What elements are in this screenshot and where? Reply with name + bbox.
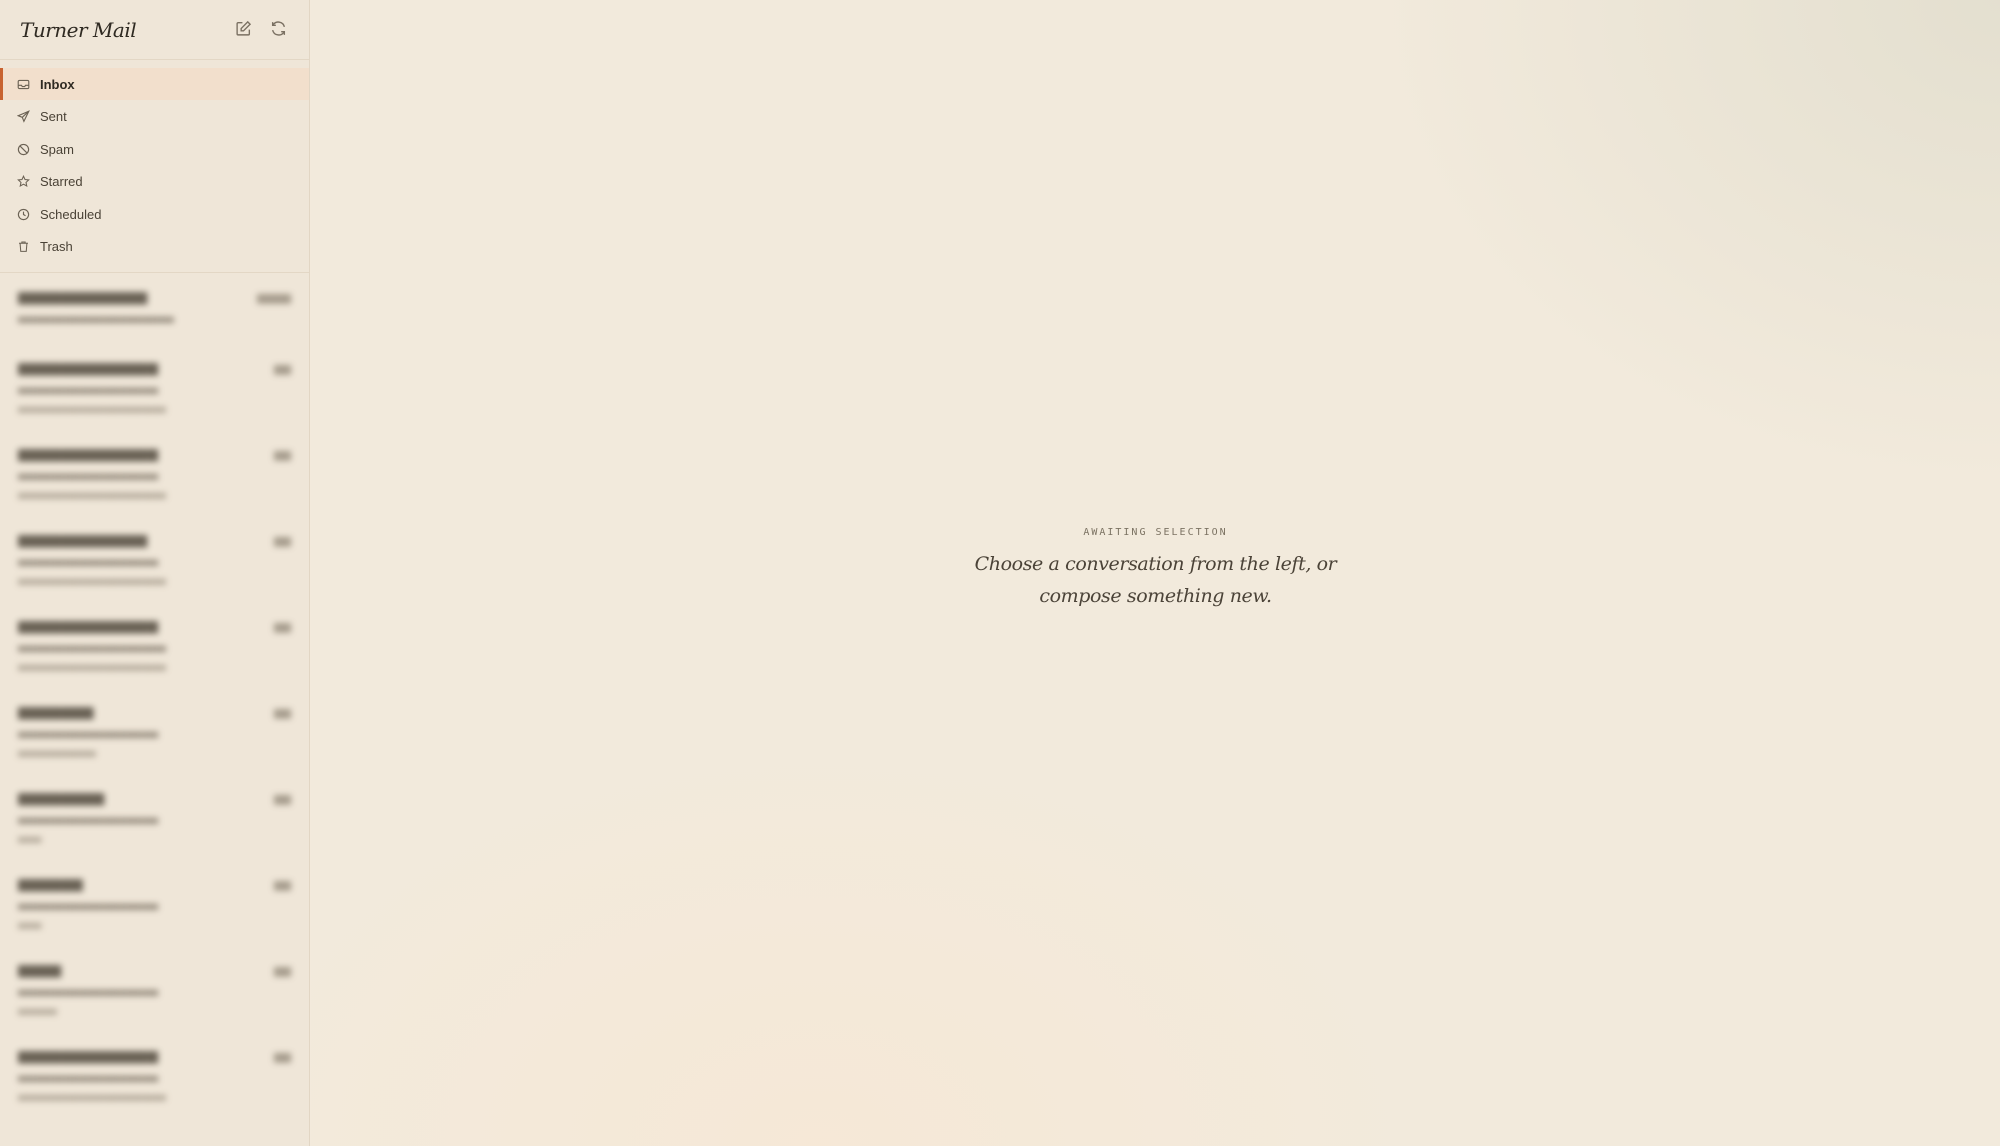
sidebar-item-label: Starred [40, 174, 83, 190]
list-item[interactable]: ▆▆▆▆▆▆▆ ▆▆ ▄▄▄▄▄▄▄▄▄▄▄▄▄▄▄▄▄▄ ▄▄▄▄▄▄▄▄▄▄ [0, 700, 309, 786]
sidebar-item-spam[interactable]: Spam [0, 133, 309, 165]
header-actions [235, 20, 287, 37]
sidebar: Turner Mail Inbox Sent Spam Starred Sche… [0, 0, 310, 1146]
message-list-blurred: ▆▆▆▆▆▆▆▆▆▆▆▆ ▆▆▆▆ ▄▄▄▄▄▄▄▄▄▄▄▄▄▄▄▄▄▄▄▄ ▆▆… [0, 273, 309, 1130]
list-item[interactable]: ▆▆▆▆▆▆▆▆▆▆▆▆▆ ▆▆ ▄▄▄▄▄▄▄▄▄▄▄▄▄▄▄▄▄▄▄ ▄▄▄▄… [0, 614, 309, 700]
sidebar-item-label: Inbox [40, 76, 75, 92]
sidebar-item-starred[interactable]: Starred [0, 166, 309, 198]
list-item[interactable]: ▆▆▆▆▆▆▆▆▆▆▆▆ ▆▆ ▄▄▄▄▄▄▄▄▄▄▄▄▄▄▄▄▄▄ ▄▄▄▄▄▄… [0, 528, 309, 614]
empty-state: AWAITING SELECTION Choose a conversation… [311, 527, 2000, 612]
sidebar-item-label: Trash [40, 239, 73, 255]
sidebar-item-inbox[interactable]: Inbox [0, 68, 309, 100]
app-title: Turner Mail [20, 17, 137, 42]
star-icon [17, 175, 30, 188]
list-item[interactable]: ▆▆▆▆▆▆▆▆▆▆▆▆ ▆▆▆▆ ▄▄▄▄▄▄▄▄▄▄▄▄▄▄▄▄▄▄▄▄ [0, 285, 309, 356]
sidebar-item-sent[interactable]: Sent [0, 101, 309, 133]
empty-state-eyebrow: AWAITING SELECTION [1083, 527, 1228, 538]
empty-state-headline: Choose a conversation from the left, or … [311, 548, 2000, 612]
sidebar-header: Turner Mail [0, 0, 309, 60]
refresh-icon[interactable] [270, 20, 287, 37]
list-item[interactable]: ▆▆▆▆▆▆ ▆▆ ▄▄▄▄▄▄▄▄▄▄▄▄▄▄▄▄▄▄ ▄▄▄ [0, 872, 309, 958]
clock-icon [17, 208, 30, 221]
empty-state-headline-line2: compose something new. [1039, 585, 1272, 607]
list-item[interactable]: ▆▆▆▆▆▆▆▆▆▆▆▆▆ ▆▆ ▄▄▄▄▄▄▄▄▄▄▄▄▄▄▄▄▄▄ ▄▄▄▄▄… [0, 1044, 309, 1130]
send-icon [17, 110, 30, 123]
empty-state-headline-line1: Choose a conversation from the left, or [974, 553, 1337, 575]
sidebar-item-label: Spam [40, 141, 74, 157]
compose-icon[interactable] [235, 20, 252, 37]
list-item[interactable]: ▆▆▆▆ ▆▆ ▄▄▄▄▄▄▄▄▄▄▄▄▄▄▄▄▄▄ ▄▄▄▄▄ [0, 958, 309, 1044]
spam-icon [17, 143, 30, 156]
sidebar-item-label: Sent [40, 109, 67, 125]
list-item[interactable]: ▆▆▆▆▆▆▆▆▆▆▆▆▆ ▆▆ ▄▄▄▄▄▄▄▄▄▄▄▄▄▄▄▄▄▄ ▄▄▄▄▄… [0, 442, 309, 528]
inbox-icon [17, 78, 30, 91]
sidebar-item-trash[interactable]: Trash [0, 231, 309, 263]
sidebar-item-label: Scheduled [40, 206, 102, 222]
list-item[interactable]: ▆▆▆▆▆▆▆▆ ▆▆ ▄▄▄▄▄▄▄▄▄▄▄▄▄▄▄▄▄▄ ▄▄▄ [0, 786, 309, 872]
folder-nav: Inbox Sent Spam Starred Scheduled Trash [0, 60, 309, 273]
trash-icon [17, 240, 30, 253]
sidebar-item-scheduled[interactable]: Scheduled [0, 198, 309, 230]
list-item[interactable]: ▆▆▆▆▆▆▆▆▆▆▆▆▆ ▆▆ ▄▄▄▄▄▄▄▄▄▄▄▄▄▄▄▄▄▄ ▄▄▄▄▄… [0, 356, 309, 442]
